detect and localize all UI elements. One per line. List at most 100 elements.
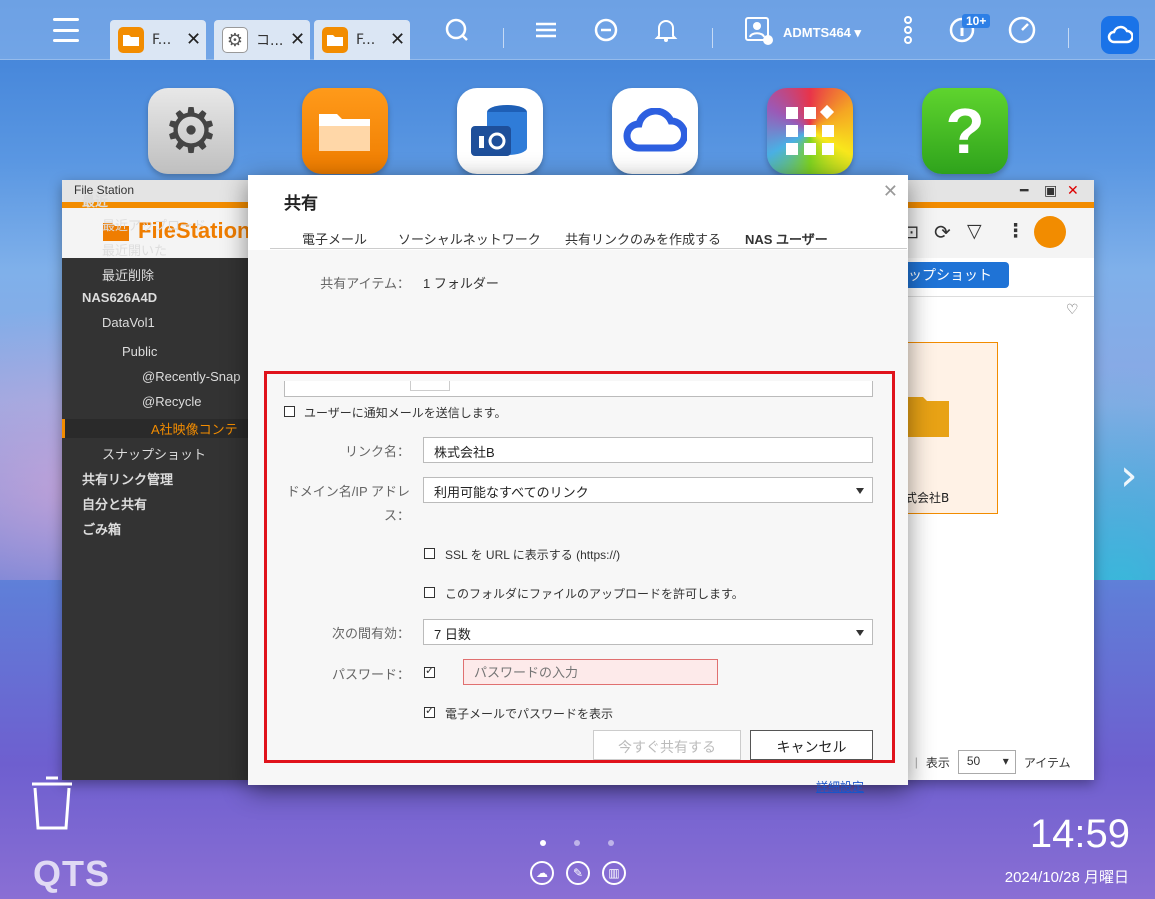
close-icon[interactable]: ✕ — [1067, 182, 1079, 200]
sidebar-item-label: DataVol1 — [102, 315, 155, 330]
username-menu[interactable]: ADMTS464 ▾ — [783, 25, 861, 41]
sidebar-item[interactable]: NAS626A4D — [82, 290, 157, 305]
advanced-settings-link[interactable]: 詳細設定 — [816, 778, 864, 795]
share-dialog: 共有 ✕ 電子メール ソーシャルネットワーク 共有リンクのみを作成する NAS … — [248, 175, 908, 794]
chevron-down-icon: ▾ — [1002, 754, 1009, 768]
user-avatar-icon[interactable] — [742, 14, 774, 46]
gear-icon: ⚙ — [222, 27, 248, 53]
tab-control-panel[interactable]: ⚙ コ... ✕ — [214, 20, 310, 60]
sidebar-item[interactable]: 自分と共有 — [82, 494, 147, 513]
close-icon[interactable]: ✕ — [290, 31, 305, 49]
sidebar-item[interactable]: 最近開いた — [102, 240, 167, 259]
sidebar-item[interactable]: ごみ箱 — [82, 519, 121, 538]
sidebar-item-label: A社映像コンテ — [151, 422, 238, 437]
sidebar-item[interactable]: スナップショット — [102, 444, 206, 463]
sidebar-item[interactable]: @Recycle — [142, 394, 201, 409]
qts-logo: QTS — [33, 853, 111, 894]
maximize-icon[interactable]: ▣ — [1044, 182, 1057, 200]
sidebar-item[interactable]: 共有リンク管理 — [82, 469, 173, 488]
page-indicator[interactable] — [540, 840, 614, 846]
share-now-button[interactable]: 今すぐ共有する — [593, 730, 741, 760]
sidebar-item[interactable]: DataVol1 — [102, 315, 155, 330]
display-label: 表示 — [925, 755, 950, 770]
minimize-icon[interactable]: ━ — [1020, 182, 1028, 200]
sidebar-item-label: ごみ箱 — [82, 522, 122, 537]
tab-file-station-2[interactable]: F... ✕ — [314, 20, 410, 60]
hybrid-backup-app-icon[interactable] — [457, 88, 543, 174]
refresh-icon[interactable]: ⟳ — [934, 220, 951, 244]
more-options-icon[interactable] — [892, 14, 924, 46]
search-icon[interactable] — [440, 14, 472, 46]
items-label: アイテム — [1023, 755, 1071, 770]
folder-icon — [907, 397, 949, 437]
app-center-icon[interactable] — [767, 88, 853, 174]
sidebar-item[interactable]: 最近アップロード — [102, 215, 206, 234]
sidebar-item[interactable]: Public — [122, 344, 157, 359]
sidebar-item-label: 共有リンク管理 — [82, 472, 174, 487]
tab-link-only[interactable]: 共有リンクのみを作成する — [565, 229, 721, 248]
tab-label: F... — [356, 32, 376, 48]
pagination-footer: 4 | 表示 50 ▾ アイテム — [900, 750, 1071, 774]
sidebar-item-label: 最近 — [82, 194, 109, 209]
per-page-select[interactable]: 50 ▾ — [957, 750, 1016, 774]
share-item-label: 共有アイテム： — [320, 276, 410, 291]
folder-icon — [118, 27, 144, 53]
bell-icon[interactable] — [650, 14, 682, 46]
tab-label: コ... — [256, 33, 282, 49]
share-tabs: 電子メール ソーシャルネットワーク 共有リンクのみを作成する NAS ユーザー — [270, 227, 907, 254]
folder-icon — [322, 27, 348, 53]
tab-email[interactable]: 電子メール — [302, 229, 367, 248]
username: ADMTS464 — [783, 25, 851, 40]
sidebar-item-label: スナップショット — [102, 447, 207, 462]
highlight-box — [264, 371, 895, 763]
tab-file-station-1[interactable]: F... ✕ — [110, 20, 206, 60]
tab-label: F... — [152, 32, 172, 48]
sidebar-item[interactable]: @Recently-Snap — [142, 369, 240, 384]
top-taskbar: F... ✕ ⚙ コ... ✕ F... ✕ ADMTS464 ▾ 10+ — [0, 0, 1155, 60]
sidebar-item-label: 最近アップロード — [102, 218, 207, 233]
cancel-button[interactable]: キャンセル — [750, 730, 873, 760]
bottom-shortcuts: ☁ ✎ ▥ — [530, 861, 626, 885]
background-tasks-icon[interactable] — [530, 14, 562, 46]
next-page-arrow[interactable]: › — [1120, 450, 1138, 501]
cloud-app-icon[interactable] — [612, 88, 698, 174]
sidebar-item-label: 自分と共有 — [82, 497, 148, 512]
close-icon[interactable]: ✕ — [186, 31, 201, 49]
sidebar-item-label: NAS626A4D — [82, 290, 158, 305]
sidebar-item[interactable]: 最近 — [82, 191, 108, 210]
share-item-value: 1 フォルダー — [423, 276, 499, 291]
cloud-icon[interactable]: ☁ — [530, 861, 554, 885]
dashboard-gauge-icon[interactable] — [1006, 14, 1038, 46]
dialog-title: 共有 — [284, 194, 318, 213]
sidebar-item[interactable]: A社映像コンテ — [62, 419, 248, 438]
clock-time: 14:59 — [1029, 812, 1130, 856]
dialog-body: 共有アイテム： 1 フォルダー ユーザーに通知メールを送信します。 リンク名： … — [248, 250, 908, 794]
close-icon[interactable]: ✕ — [883, 181, 898, 202]
more-options-icon[interactable]: ⋮ — [1006, 220, 1025, 242]
clock-date: 2024/10/28 月曜日 — [1004, 869, 1129, 886]
sidebar-item[interactable]: 最近削除 — [102, 265, 154, 284]
settings-app-icon[interactable]: ⚙ — [148, 88, 234, 174]
trash-icon[interactable] — [28, 774, 76, 835]
myqnapcloud-icon[interactable] — [1101, 16, 1139, 54]
heart-icon[interactable]: ♡ — [1066, 302, 1079, 318]
file-station-sidebar: 最近最近アップロード 最近開いた最近削除 NAS626A4D DataVol1 Publ… — [62, 194, 248, 780]
remote-mount-icon[interactable] — [1034, 216, 1066, 248]
sidebar-item-label: @Recently-Snap — [142, 369, 241, 384]
filter-icon[interactable]: ▽ — [967, 220, 982, 242]
sidebar-item-label: Public — [122, 344, 158, 359]
book-icon[interactable]: ▥ — [602, 861, 626, 885]
per-page-value: 50 — [966, 754, 981, 768]
sidebar-item-label: 最近削除 — [102, 268, 155, 283]
tab-social-network[interactable]: ソーシャルネットワーク — [398, 229, 541, 248]
folder-name: 式会社B — [905, 491, 950, 505]
sidebar-item-label: 最近開いた — [102, 243, 168, 258]
main-menu-icon[interactable] — [53, 18, 79, 42]
notification-badge: 10+ — [962, 14, 991, 28]
sidebar-item-label: @Recycle — [142, 394, 202, 409]
close-icon[interactable]: ✕ — [390, 31, 405, 49]
wrench-icon[interactable]: ✎ — [566, 861, 590, 885]
help-center-icon[interactable]: ? — [922, 88, 1008, 174]
file-station-app-icon[interactable] — [302, 88, 388, 174]
sync-icon[interactable] — [590, 14, 622, 46]
